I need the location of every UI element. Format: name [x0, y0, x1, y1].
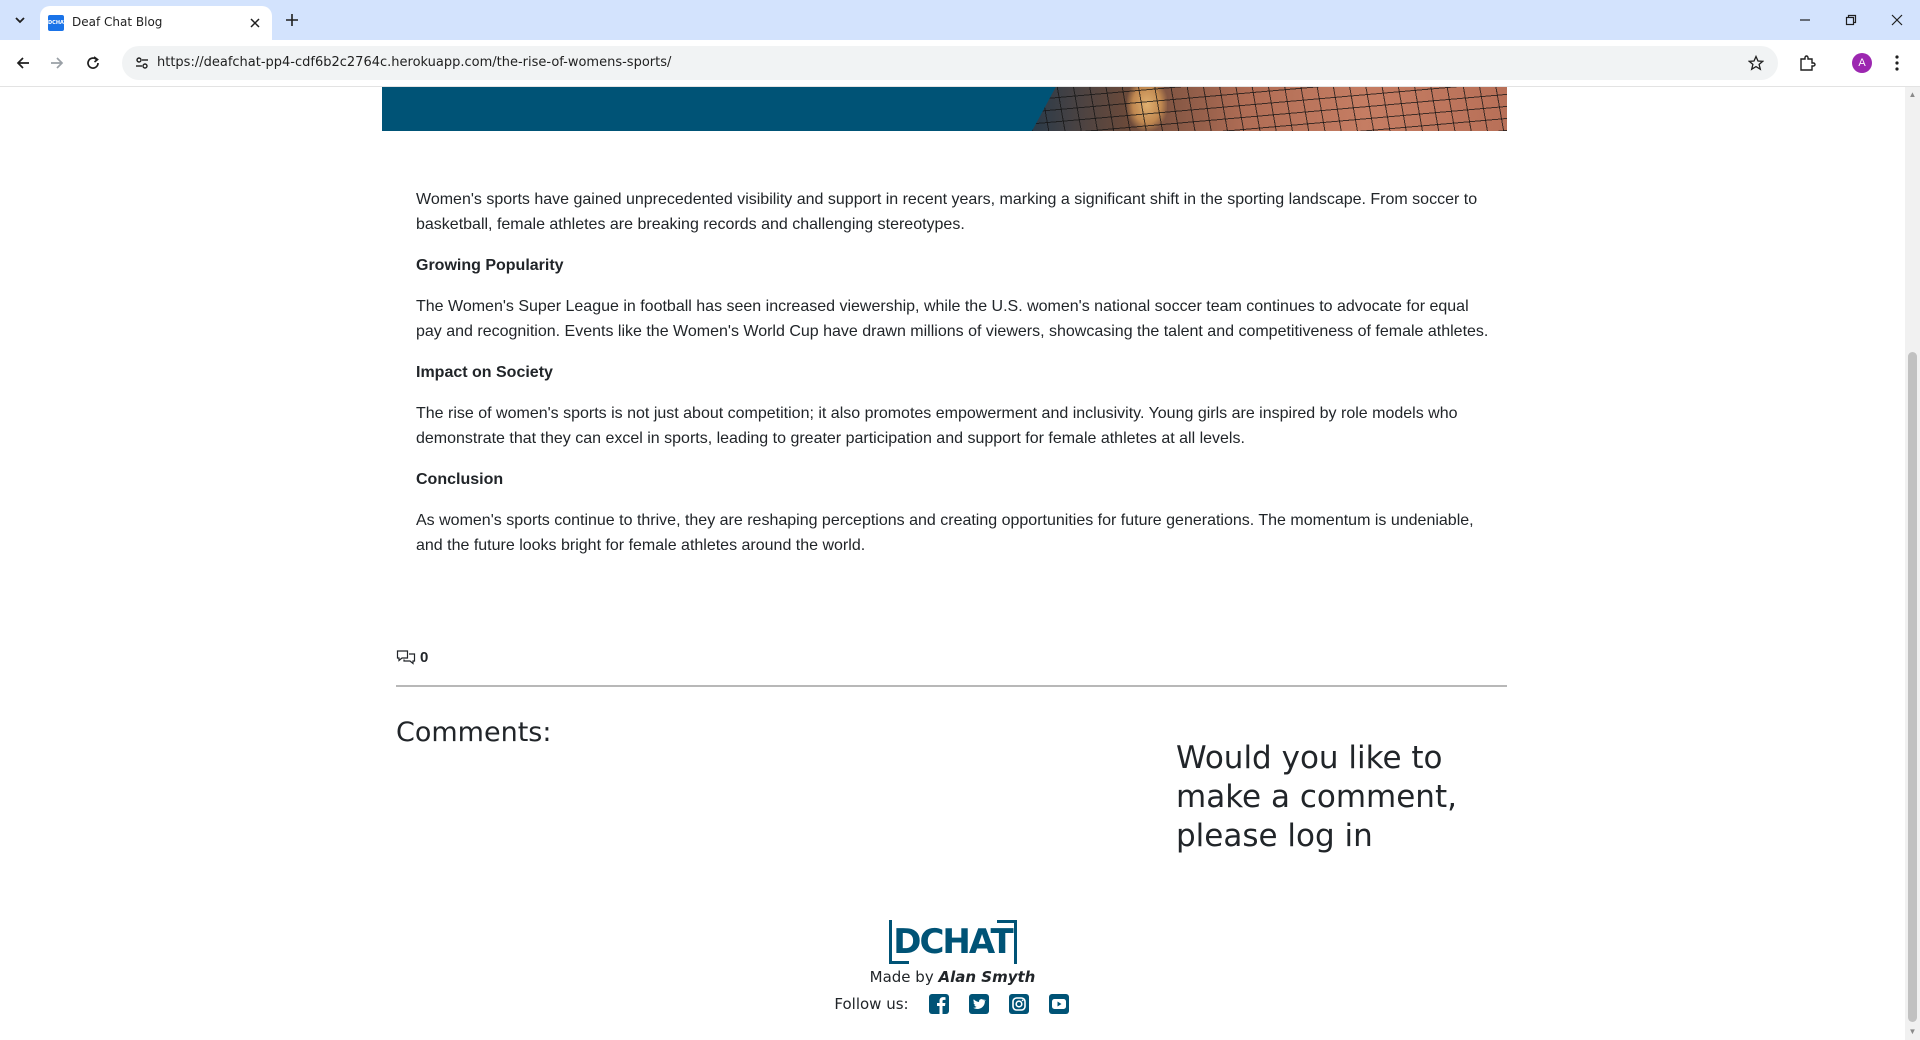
post-intro: Women's sports have gained unprecedented…	[416, 191, 1478, 233]
tune-icon	[136, 57, 148, 69]
section-heading: Growing Popularity	[416, 257, 564, 274]
close-window-button[interactable]	[1874, 0, 1920, 40]
minimize-button[interactable]	[1782, 0, 1828, 40]
instagram-link[interactable]	[1007, 992, 1031, 1016]
restore-button[interactable]	[1828, 0, 1874, 40]
social-links: Follow us:	[760, 992, 1145, 1016]
made-by: Made by Alan Smyth	[760, 968, 1145, 986]
hero-photo	[1032, 87, 1507, 131]
new-tab-button[interactable]	[281, 9, 303, 31]
star-icon	[1748, 55, 1764, 71]
site-info-button[interactable]	[130, 51, 154, 75]
post-hero-image	[382, 87, 1507, 131]
extensions-button[interactable]	[1794, 50, 1820, 76]
forward-button[interactable]	[42, 48, 72, 78]
comments-divider	[396, 685, 1507, 687]
follow-label: Follow us:	[834, 995, 909, 1013]
arrow-left-icon	[16, 57, 29, 69]
logo-text: DCHAT	[893, 922, 1013, 962]
page-scrollbar[interactable]: ▲ ▼	[1905, 87, 1920, 1040]
address-bar[interactable]: https://deafchat-pp4-cdf6b2c2764c.heroku…	[122, 46, 1778, 80]
chevron-down-icon	[15, 17, 25, 24]
tab-title: Deaf Chat Blog	[72, 15, 163, 29]
site-favicon-icon: DCHAT	[48, 15, 67, 31]
section-heading: Conclusion	[416, 471, 504, 488]
more-vert-icon	[1895, 55, 1899, 71]
post-content: Women's sports have gained unprecedented…	[416, 187, 1496, 574]
tab-strip: DCHAT Deaf Chat Blog	[0, 0, 1920, 40]
plus-icon	[286, 14, 298, 26]
youtube-icon	[1048, 994, 1069, 1014]
reload-button[interactable]	[78, 48, 108, 78]
scroll-up-icon[interactable]: ▲	[1908, 91, 1917, 99]
comments-icon	[396, 650, 416, 665]
section-body: As women's sports continue to thrive, th…	[416, 512, 1474, 554]
scrollbar-thumb[interactable]	[1908, 352, 1917, 1022]
scroll-down-icon[interactable]: ▼	[1908, 1028, 1917, 1036]
reload-icon	[87, 56, 99, 69]
browser-toolbar: https://deafchat-pp4-cdf6b2c2764c.heroku…	[0, 40, 1920, 87]
browser-menu-button[interactable]	[1887, 50, 1907, 76]
close-icon	[250, 18, 260, 28]
minimize-icon	[1800, 19, 1810, 21]
close-icon	[1891, 14, 1903, 26]
comment-count: 0	[396, 647, 428, 667]
bookmark-button[interactable]	[1744, 51, 1768, 75]
twitter-icon	[968, 994, 989, 1014]
login-prompt: Would you like to make a comment, please…	[1176, 740, 1457, 854]
instagram-icon	[1008, 994, 1029, 1014]
comment-count-value: 0	[420, 648, 429, 666]
url-text[interactable]: https://deafchat-pp4-cdf6b2c2764c.heroku…	[157, 55, 671, 70]
made-by-prefix: Made by	[869, 968, 934, 986]
facebook-link[interactable]	[927, 992, 951, 1016]
author-name: Alan Smyth	[938, 968, 1036, 986]
tab-close-button[interactable]	[246, 14, 264, 32]
section-heading: Impact on Society	[416, 364, 553, 381]
tab-search-button[interactable]	[6, 8, 34, 32]
comments-heading: Comments:	[396, 717, 552, 748]
page-viewport: Women's sports have gained unprecedented…	[0, 87, 1905, 1040]
back-button[interactable]	[8, 48, 38, 78]
footer-logo: DCHAT	[888, 920, 1017, 964]
section-body: The rise of women's sports is not just a…	[416, 405, 1458, 447]
twitter-link[interactable]	[967, 992, 991, 1016]
arrow-right-icon	[51, 57, 64, 69]
profile-avatar[interactable]: A	[1852, 53, 1872, 73]
volleyball-net	[1032, 87, 1507, 131]
restore-icon	[1845, 14, 1857, 26]
puzzle-icon	[1800, 55, 1816, 71]
site-footer: DCHAT Made by Alan Smyth Follow us:	[760, 920, 1145, 1016]
facebook-icon	[928, 994, 949, 1014]
youtube-link[interactable]	[1047, 992, 1071, 1016]
section-body: The Women's Super League in football has…	[416, 298, 1489, 340]
active-tab[interactable]: DCHAT Deaf Chat Blog	[40, 6, 272, 40]
